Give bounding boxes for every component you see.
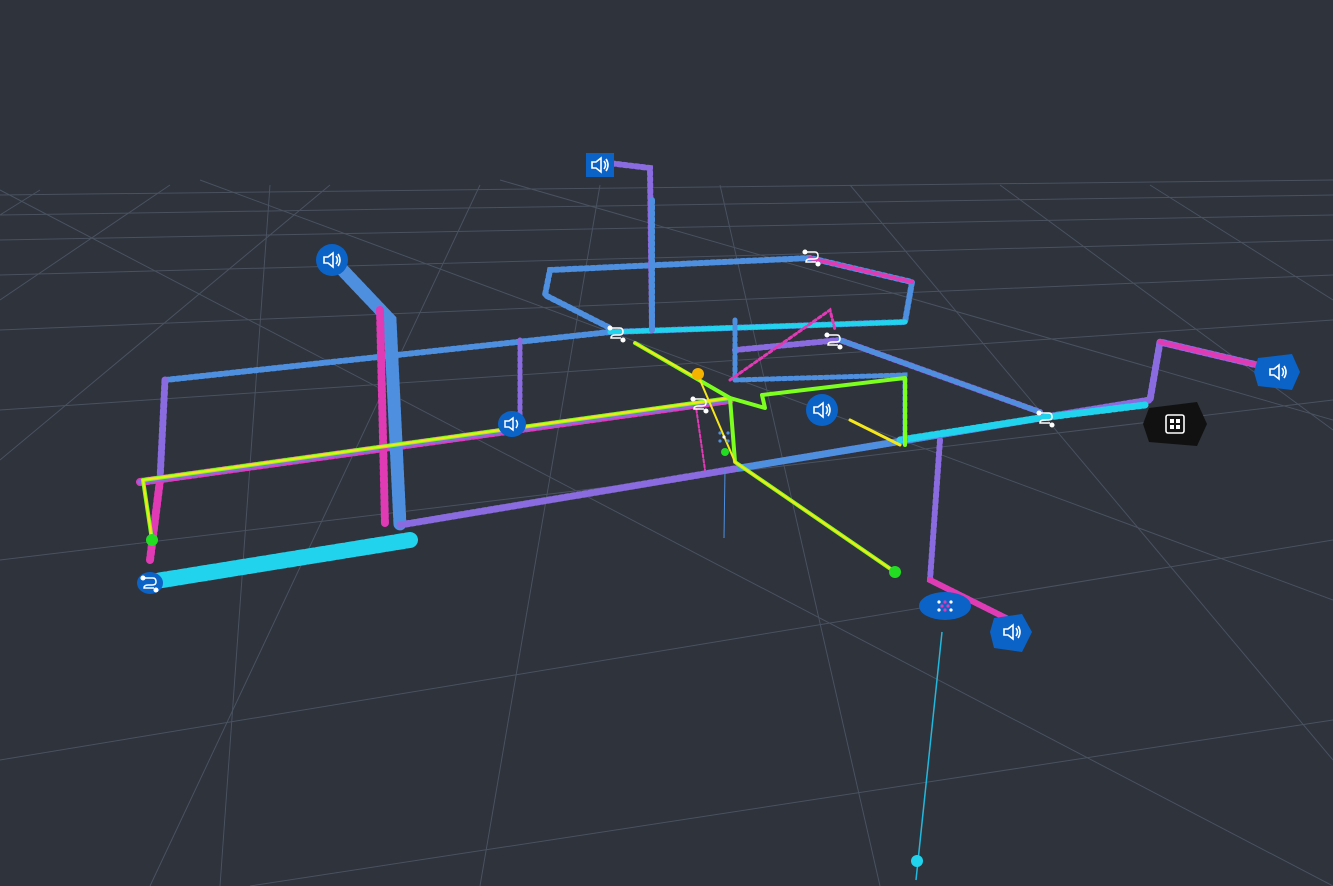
pipe-segment xyxy=(808,256,914,284)
pipe-segment xyxy=(728,307,837,382)
ground-grid xyxy=(0,179,1333,886)
pipe-segment xyxy=(328,255,407,532)
route-node[interactable] xyxy=(137,572,163,594)
waypoint-dot[interactable] xyxy=(146,534,158,546)
probe-line xyxy=(723,469,726,539)
pipe-segment xyxy=(142,532,418,590)
speaker-node[interactable] xyxy=(316,244,348,276)
waypoint-dot[interactable] xyxy=(721,448,729,456)
speaker-node[interactable] xyxy=(990,614,1032,652)
3d-viewport[interactable] xyxy=(0,0,1333,886)
probe-line xyxy=(915,631,943,881)
speaker-node[interactable] xyxy=(586,153,614,177)
grid-menu-node[interactable] xyxy=(1143,402,1207,446)
pipe-segment xyxy=(396,337,1274,529)
waypoint-dot[interactable] xyxy=(911,855,923,867)
speaker-node[interactable] xyxy=(806,394,838,426)
pipe-segment xyxy=(376,306,389,529)
speaker-node[interactable] xyxy=(1254,354,1300,390)
scene-canvas[interactable] xyxy=(0,0,1333,886)
pipe-segment xyxy=(146,476,164,564)
splitter-icon xyxy=(718,431,730,443)
pipe-segment xyxy=(1157,339,1273,371)
waypoint-dot[interactable] xyxy=(889,566,901,578)
waypoint-dot[interactable] xyxy=(692,368,704,380)
splitter-node[interactable] xyxy=(718,431,730,443)
speaker-node[interactable] xyxy=(498,411,526,437)
pipe-segment xyxy=(896,401,1149,444)
splitter-node[interactable] xyxy=(919,592,971,620)
